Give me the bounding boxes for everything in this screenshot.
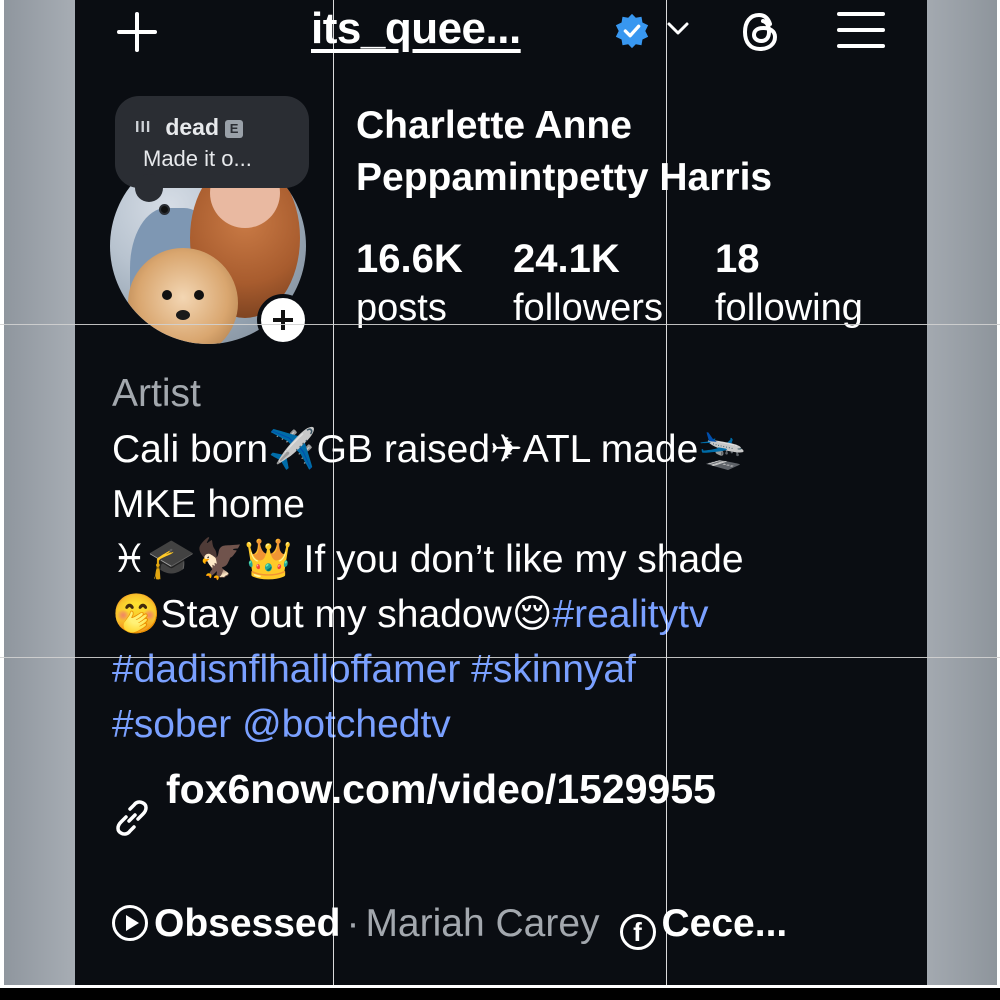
- profile-category: Artist: [112, 372, 201, 415]
- separator: ·: [346, 902, 360, 945]
- new-post-plus-icon[interactable]: [115, 10, 159, 54]
- threads-icon[interactable]: [737, 8, 785, 56]
- music-artist: Mariah Carey: [365, 902, 600, 945]
- stat-label: followers: [513, 287, 663, 329]
- left-margin: [4, 0, 75, 990]
- username-switcher[interactable]: its_quee...: [311, 4, 521, 54]
- facebook-icon[interactable]: f: [619, 914, 656, 950]
- note-bubble[interactable]: III dead E Made it o...: [115, 96, 309, 215]
- hamburger-menu-icon[interactable]: [837, 10, 887, 50]
- hashtag-link[interactable]: #realitytv: [552, 593, 708, 636]
- facebook-profile-name[interactable]: Cece...: [662, 902, 788, 945]
- stat-value: 16.6K: [356, 237, 463, 281]
- stat-value: 24.1K: [513, 237, 620, 281]
- hashtag-mention-links[interactable]: #sober @botchedtv: [112, 697, 902, 752]
- play-icon[interactable]: [112, 905, 148, 941]
- stat-label: posts: [356, 287, 447, 329]
- bio-link[interactable]: fox6now.com/video/1529955: [166, 766, 716, 813]
- screenshot-frame: its_quee... III dead E Made it o... Char…: [0, 0, 1000, 1000]
- note-song-row: III dead E: [135, 114, 244, 141]
- stat-following[interactable]: 18 following: [715, 236, 863, 334]
- display-name: Charlette Anne Peppamintpetty Harris: [356, 104, 773, 199]
- hashtag-links[interactable]: #dadisnflhalloffamer #skinnyaf: [112, 642, 902, 697]
- add-story-plus-icon[interactable]: [257, 294, 309, 346]
- music-song-title[interactable]: Obsessed: [154, 902, 340, 945]
- music-bars-icon: III: [135, 119, 152, 136]
- note-text: Made it o...: [143, 146, 252, 171]
- profile-screen: its_quee... III dead E Made it o... Char…: [75, 0, 927, 990]
- stat-posts[interactable]: 16.6K posts: [356, 236, 463, 334]
- bio-line: 🤭Stay out my shadow😌#realitytv: [112, 587, 902, 642]
- bio-link-row[interactable]: fox6now.com/video/1529955: [112, 766, 902, 846]
- explicit-icon: E: [225, 120, 244, 138]
- bio-line: MKE home: [112, 483, 305, 526]
- stat-followers[interactable]: 24.1K followers: [513, 236, 663, 334]
- stat-value: 18: [715, 237, 760, 281]
- chevron-down-icon[interactable]: [665, 18, 691, 40]
- profile-bio: Cali born✈️GB raised✈ATL made🛬 MKE home …: [112, 422, 902, 752]
- note-song-title: dead: [165, 114, 220, 140]
- link-icon: [116, 800, 148, 836]
- right-margin: [927, 0, 997, 990]
- top-bar: its_quee...: [75, 0, 927, 62]
- profile-music-row[interactable]: Obsessed · Mariah Carey f Cece...: [112, 902, 912, 954]
- bottom-edge: [0, 988, 1000, 1000]
- bio-line: ♓🎓🦅👑 If you don’t like my shade: [112, 538, 744, 581]
- bio-text: 🤭Stay out my shadow😌: [112, 593, 553, 636]
- verified-badge-icon: [615, 13, 649, 49]
- stat-label: following: [715, 287, 863, 329]
- bio-line: Cali born✈️GB raised✈ATL made🛬: [112, 428, 747, 471]
